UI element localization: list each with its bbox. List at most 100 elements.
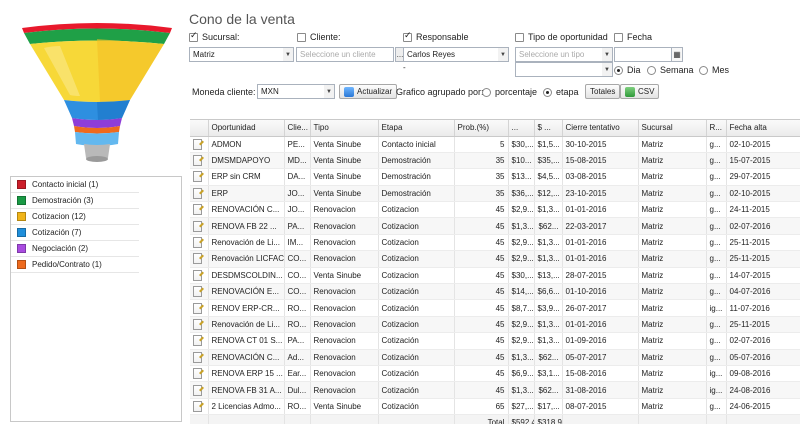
column-header[interactable]: Cierre tentativo (562, 120, 639, 137)
sucursal-filter-label[interactable]: Sucursal: (189, 31, 240, 42)
table-row[interactable]: RENOVACIÓN C... JO... Renovacion Cotizacion… (190, 201, 800, 219)
row-icon-cell[interactable] (190, 201, 209, 219)
table-row[interactable]: RENOVA CT 01 S... PA... Renovacion Cotizaci… (190, 332, 800, 350)
table-row[interactable]: Renovación LICFAC CO... Renovacion Cotizaci… (190, 250, 800, 268)
row-icon-cell[interactable] (190, 283, 209, 301)
edit-document-icon[interactable] (193, 269, 202, 281)
row-icon-cell[interactable] (190, 152, 209, 170)
row-icon-cell[interactable] (190, 136, 209, 153)
fecha-input[interactable] (614, 47, 672, 62)
table-row[interactable]: RENOVA FB 22 ... PA... Renovacion Cotizacio… (190, 217, 800, 235)
column-header[interactable]: Tipo (310, 120, 379, 137)
cliente-filter-label[interactable]: Cliente: (297, 32, 341, 42)
table-row[interactable]: RENOV ERP-CR... RO... Renovacion Cotización… (190, 299, 800, 317)
periodo-dia-radio[interactable] (614, 65, 623, 75)
edit-document-icon[interactable] (193, 253, 202, 265)
row-icon-cell[interactable] (190, 299, 209, 317)
etapa-option[interactable]: etapa (543, 87, 579, 97)
row-icon-cell[interactable] (190, 349, 209, 366)
table-row[interactable]: 2 Licencias Admo... RO... Venta Sinube Coti… (190, 398, 800, 416)
column-header[interactable]: Clie... (284, 120, 311, 137)
table-row[interactable]: Renovación de Li... RO... Renovacion Cotiza… (190, 316, 800, 334)
edit-document-icon[interactable] (193, 351, 202, 363)
edit-document-icon[interactable] (193, 286, 202, 298)
edit-document-icon[interactable] (193, 335, 202, 347)
column-header[interactable]: Oportunidad (208, 120, 285, 137)
table-row[interactable]: ERP sin CRM DA... Venta Sinube Demostración… (190, 168, 800, 186)
fecha-checkbox[interactable] (614, 32, 623, 42)
table-row[interactable]: DMSMDAPOYO MD... Venta Sinube Demostración 3… (190, 152, 800, 170)
tipo-dropdown-icon[interactable]: ▼ (602, 47, 613, 62)
column-header[interactable] (190, 120, 209, 137)
row-icon-cell[interactable] (190, 250, 209, 268)
tipo-checkbox[interactable] (515, 32, 524, 42)
table-row[interactable]: RENOVA FB 31 A... Dul... Renovacion Cotizac… (190, 381, 800, 399)
row-icon-cell[interactable] (190, 185, 209, 203)
edit-document-icon[interactable] (193, 400, 202, 412)
row-icon-cell[interactable] (190, 267, 209, 285)
edit-document-icon[interactable] (193, 220, 202, 232)
periodo-mes-option[interactable]: Mes (699, 65, 729, 75)
porcentaje-option[interactable]: porcentaje (482, 87, 537, 97)
edit-document-icon[interactable] (193, 384, 202, 396)
cliente-input[interactable]: Seleccione un cliente (296, 47, 394, 62)
table-row[interactable]: DESDMSCOLDIN... CO... Venta Sinube Cotizaci… (190, 267, 800, 285)
tipo-select[interactable]: Seleccione un tipo (515, 47, 603, 62)
edit-document-icon[interactable] (193, 155, 202, 167)
row-icon-cell[interactable] (190, 332, 209, 350)
sucursal-dropdown-icon[interactable]: ▼ (283, 47, 294, 62)
edit-document-icon[interactable] (193, 302, 202, 314)
fecha-filter-label[interactable]: Fecha (614, 32, 652, 42)
column-header[interactable]: R... (706, 120, 727, 137)
cliente-checkbox[interactable] (297, 32, 306, 42)
column-header[interactable]: Fecha alta (726, 120, 800, 137)
tipo-secondary-dropdown-icon[interactable]: ▼ (602, 62, 613, 77)
table-row[interactable]: RENOVACIÓN E... CO... Renovacion Cotización… (190, 283, 800, 301)
edit-document-icon[interactable] (193, 368, 202, 380)
edit-document-icon[interactable] (193, 171, 202, 183)
periodo-mes-radio[interactable] (699, 65, 708, 75)
table-row[interactable]: ERP JO... Venta Sinube Demostración 35 $36,..… (190, 185, 800, 203)
table-row[interactable]: RENOVACIÓN C... Ad... Renovacion Cotización… (190, 349, 800, 366)
edit-document-icon[interactable] (193, 237, 202, 249)
moneda-select[interactable]: MXN (257, 84, 325, 99)
etapa-radio[interactable] (543, 87, 552, 97)
column-header[interactable]: $ ... (534, 120, 563, 137)
periodo-semana-radio[interactable] (647, 65, 656, 75)
edit-document-icon[interactable] (193, 138, 202, 150)
periodo-semana-option[interactable]: Semana (647, 65, 694, 75)
responsable-select[interactable]: Carlos Reyes (403, 47, 499, 62)
row-icon-cell[interactable] (190, 365, 209, 383)
column-header[interactable]: Prob.(%) (454, 120, 509, 137)
row-icon-cell[interactable] (190, 168, 209, 186)
column-header[interactable]: ... (508, 120, 535, 137)
responsable-dropdown-icon[interactable]: ▼ (498, 47, 509, 62)
sucursal-select[interactable]: Matriz (189, 47, 284, 62)
tipo-filter-label[interactable]: Tipo de oportunidad (515, 32, 608, 42)
moneda-dropdown-icon[interactable]: ▼ (324, 84, 335, 99)
responsable-checkbox[interactable] (403, 31, 412, 42)
edit-document-icon[interactable] (193, 204, 202, 216)
column-header[interactable]: Etapa (378, 120, 455, 137)
edit-document-icon[interactable] (193, 318, 202, 330)
periodo-dia-option[interactable]: Dia (614, 65, 641, 75)
table-row[interactable]: Renovación de Li... IM... Renovacion Cotiza… (190, 234, 800, 252)
table-row[interactable]: ADMON PE... Venta Sinube Contacto inicial 5 $… (190, 136, 800, 153)
responsable-filter-label[interactable]: Responsable (403, 31, 469, 42)
row-icon-cell[interactable] (190, 381, 209, 399)
row-icon-cell[interactable] (190, 217, 209, 235)
csv-button[interactable]: CSV (620, 84, 660, 99)
porcentaje-radio[interactable] (482, 87, 491, 97)
calendar-icon[interactable]: ▦ (671, 47, 683, 62)
table-row[interactable]: RENOVA ERP 15 ... Ear... Renovacion Cotizac… (190, 365, 800, 383)
column-header[interactable]: Sucursal (638, 120, 707, 137)
table-cell: Renovacion (310, 299, 379, 317)
edit-document-icon[interactable] (193, 187, 202, 199)
totales-button[interactable]: Totales (585, 84, 621, 99)
row-icon-cell[interactable] (190, 316, 209, 334)
row-icon-cell[interactable] (190, 234, 209, 252)
actualizar-button[interactable]: Actualizar (339, 84, 398, 99)
sucursal-checkbox[interactable] (189, 31, 198, 42)
tipo-secondary-select[interactable] (515, 62, 603, 77)
row-icon-cell[interactable] (190, 398, 209, 416)
